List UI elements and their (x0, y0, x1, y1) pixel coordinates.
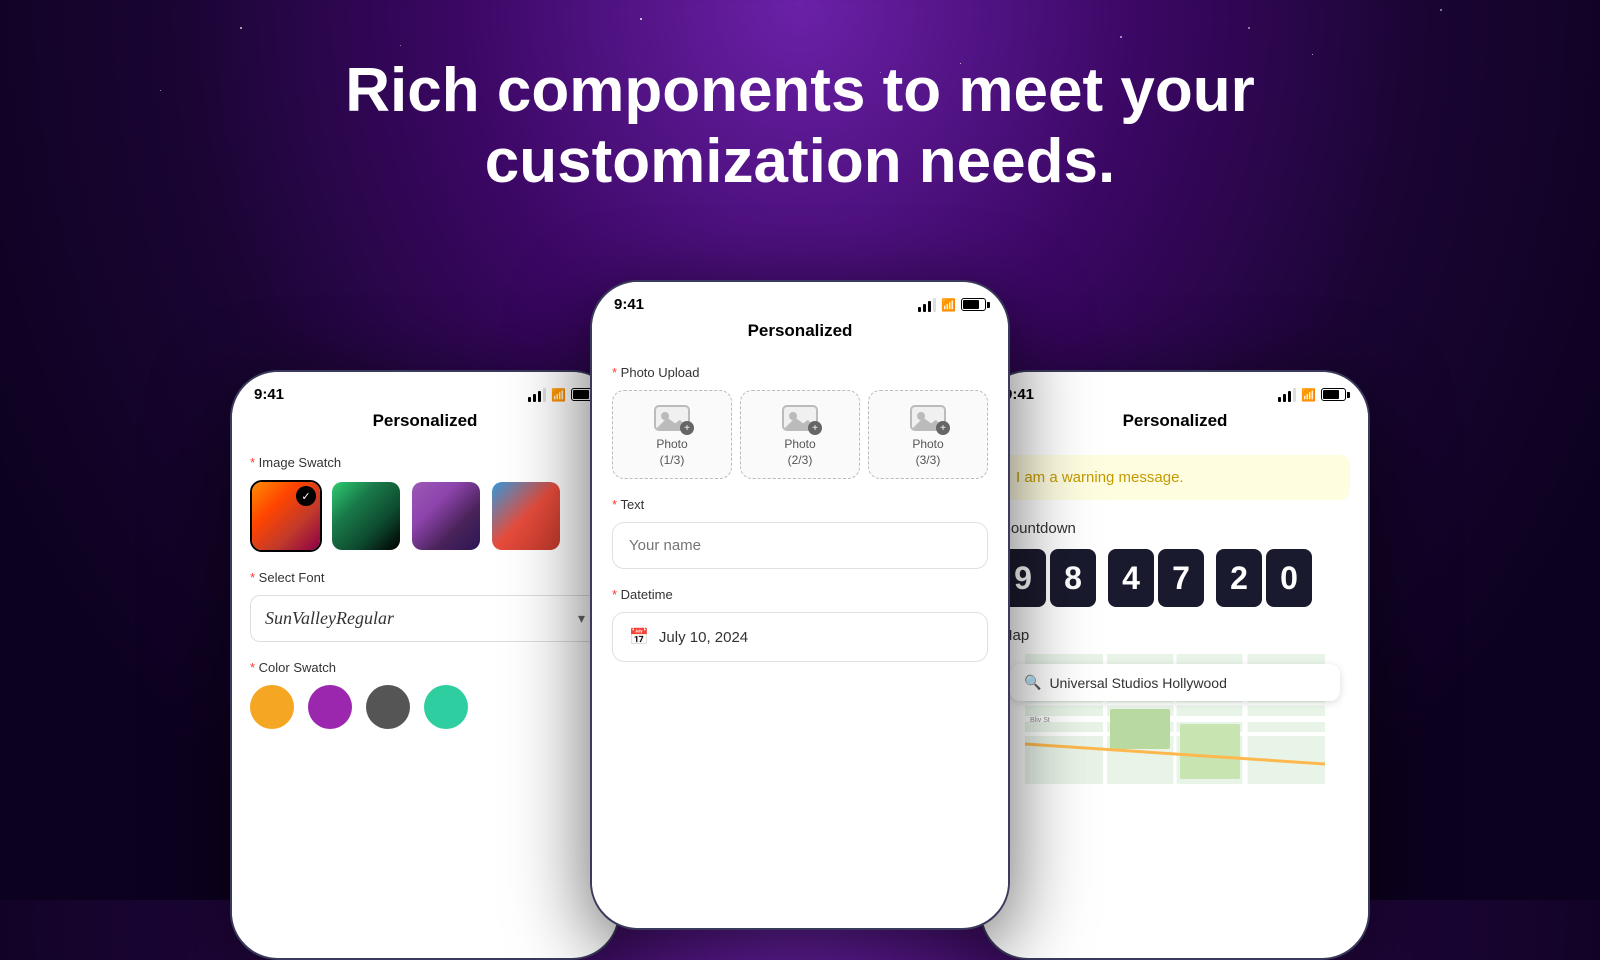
photo-plus-3: + (936, 421, 950, 435)
headline-section: Rich components to meet your customizati… (0, 0, 1600, 198)
phone-center: 9:41 📶 Personalized (590, 280, 1010, 930)
photo-upload-area: + Photo (1/3) (612, 390, 988, 479)
photo-upload-section: * Photo Upload + (612, 365, 988, 479)
photo-slot-3[interactable]: + Photo (3/3) (868, 390, 988, 479)
map-search-value: Universal Studios Hollywood (1049, 675, 1226, 691)
phone-left-title: Personalized (250, 407, 600, 439)
photo-icon-1: + (654, 405, 690, 433)
photo-slot-2[interactable]: + Photo (2/3) (740, 390, 860, 479)
svg-text:Bliv St: Bliv St (1030, 717, 1050, 724)
status-icons-right: 📶 (1278, 388, 1346, 402)
digit-group-minutes: 4 7 (1108, 549, 1204, 607)
wifi-right: 📶 (1301, 388, 1316, 402)
datetime-label: * Datetime (612, 587, 988, 602)
color-swatch-section: * Color Swatch (250, 660, 600, 729)
datetime-value: July 10, 2024 (659, 629, 748, 646)
countdown-section: Countdown 9 8 4 7 2 0 (1000, 520, 1350, 607)
calendar-icon: 📅 (629, 627, 649, 647)
photo-slot-1[interactable]: + Photo (1/3) (612, 390, 732, 479)
your-name-input[interactable] (612, 522, 988, 569)
color-swatch-label: * Color Swatch (250, 660, 600, 675)
status-bar-center: 9:41 📶 (592, 282, 1008, 317)
photo-upload-label: * Photo Upload (612, 365, 988, 380)
signal-center (918, 298, 936, 312)
photo-plus-1: + (680, 421, 694, 435)
photo-icon-2: + (782, 405, 818, 433)
digit-8: 8 (1050, 549, 1096, 607)
swatch-blue-red[interactable] (490, 480, 562, 552)
phone-center-title: Personalized (612, 317, 988, 349)
color-swatch-teal[interactable] (424, 685, 468, 729)
battery-center (961, 298, 986, 311)
swatch-check-icon: ✓ (296, 486, 316, 506)
warning-text: I am a warning message. (1016, 469, 1184, 486)
wifi-center: 📶 (941, 298, 956, 312)
countdown-title: Countdown (1000, 520, 1350, 537)
datetime-field[interactable]: 📅 July 10, 2024 (612, 612, 988, 662)
map-title: Map (1000, 627, 1350, 644)
countdown-digits: 9 8 4 7 2 0 (1000, 549, 1350, 607)
font-select-dropdown[interactable]: SunValleyRegular ▾ (250, 595, 600, 642)
status-bar-right: 9:41 📶 (982, 372, 1368, 407)
select-font-section: * Select Font SunValleyRegular ▾ (250, 570, 600, 642)
color-swatch-grid (250, 685, 600, 729)
phones-container: 9:41 📶 Personalized (230, 280, 1370, 930)
image-swatch-grid: ✓ (250, 480, 600, 552)
status-icons-center: 📶 (918, 298, 986, 312)
text-label: * Text (612, 497, 988, 512)
photo-label-2: Photo (2/3) (784, 437, 815, 468)
font-select-value: SunValleyRegular (265, 608, 394, 629)
color-swatch-purple[interactable] (308, 685, 352, 729)
photo-plus-2: + (808, 421, 822, 435)
digit-0: 0 (1266, 549, 1312, 607)
digit-2: 2 (1216, 549, 1262, 607)
search-icon: 🔍 (1024, 674, 1041, 691)
time-center: 9:41 (614, 296, 644, 313)
phone-right-title: Personalized (1000, 407, 1350, 439)
color-swatch-orange[interactable] (250, 685, 294, 729)
digit-group-seconds: 2 0 (1216, 549, 1312, 607)
chevron-down-icon: ▾ (578, 610, 585, 627)
signal-right (1278, 388, 1296, 402)
image-swatch-section: * Image Swatch ✓ (250, 455, 600, 552)
headline-text: Rich components to meet your customizati… (0, 0, 1600, 198)
photo-icon-3: + (910, 405, 946, 433)
digit-4: 4 (1108, 549, 1154, 607)
datetime-section: * Datetime 📅 July 10, 2024 (612, 587, 988, 662)
map-container: Camarillo St W Oai Bliv St 🔍 Universal S… (1000, 654, 1350, 784)
color-swatch-gray[interactable] (366, 685, 410, 729)
text-section: * Text (612, 497, 988, 569)
wifi-left: 📶 (551, 388, 566, 402)
map-section: Map (1000, 627, 1350, 784)
photo-label-3: Photo (3/3) (912, 437, 943, 468)
swatch-purple[interactable] (410, 480, 482, 552)
select-font-label: * Select Font (250, 570, 600, 585)
digit-group-hours: 9 8 (1000, 549, 1096, 607)
phone-left: 9:41 📶 Personalized (230, 370, 620, 960)
swatch-green[interactable] (330, 480, 402, 552)
map-search-bar[interactable]: 🔍 Universal Studios Hollywood (1010, 664, 1340, 701)
warning-banner: I am a warning message. (1000, 455, 1350, 500)
signal-left (528, 388, 546, 402)
phone-right: 9:41 📶 Personalized (980, 370, 1370, 960)
time-left: 9:41 (254, 386, 284, 403)
photo-label-1: Photo (1/3) (656, 437, 687, 468)
swatch-orange[interactable]: ✓ (250, 480, 322, 552)
status-bar-left: 9:41 📶 (232, 372, 618, 407)
status-icons-left: 📶 (528, 388, 596, 402)
digit-7: 7 (1158, 549, 1204, 607)
battery-right (1321, 388, 1346, 401)
image-swatch-label: * Image Swatch (250, 455, 600, 470)
